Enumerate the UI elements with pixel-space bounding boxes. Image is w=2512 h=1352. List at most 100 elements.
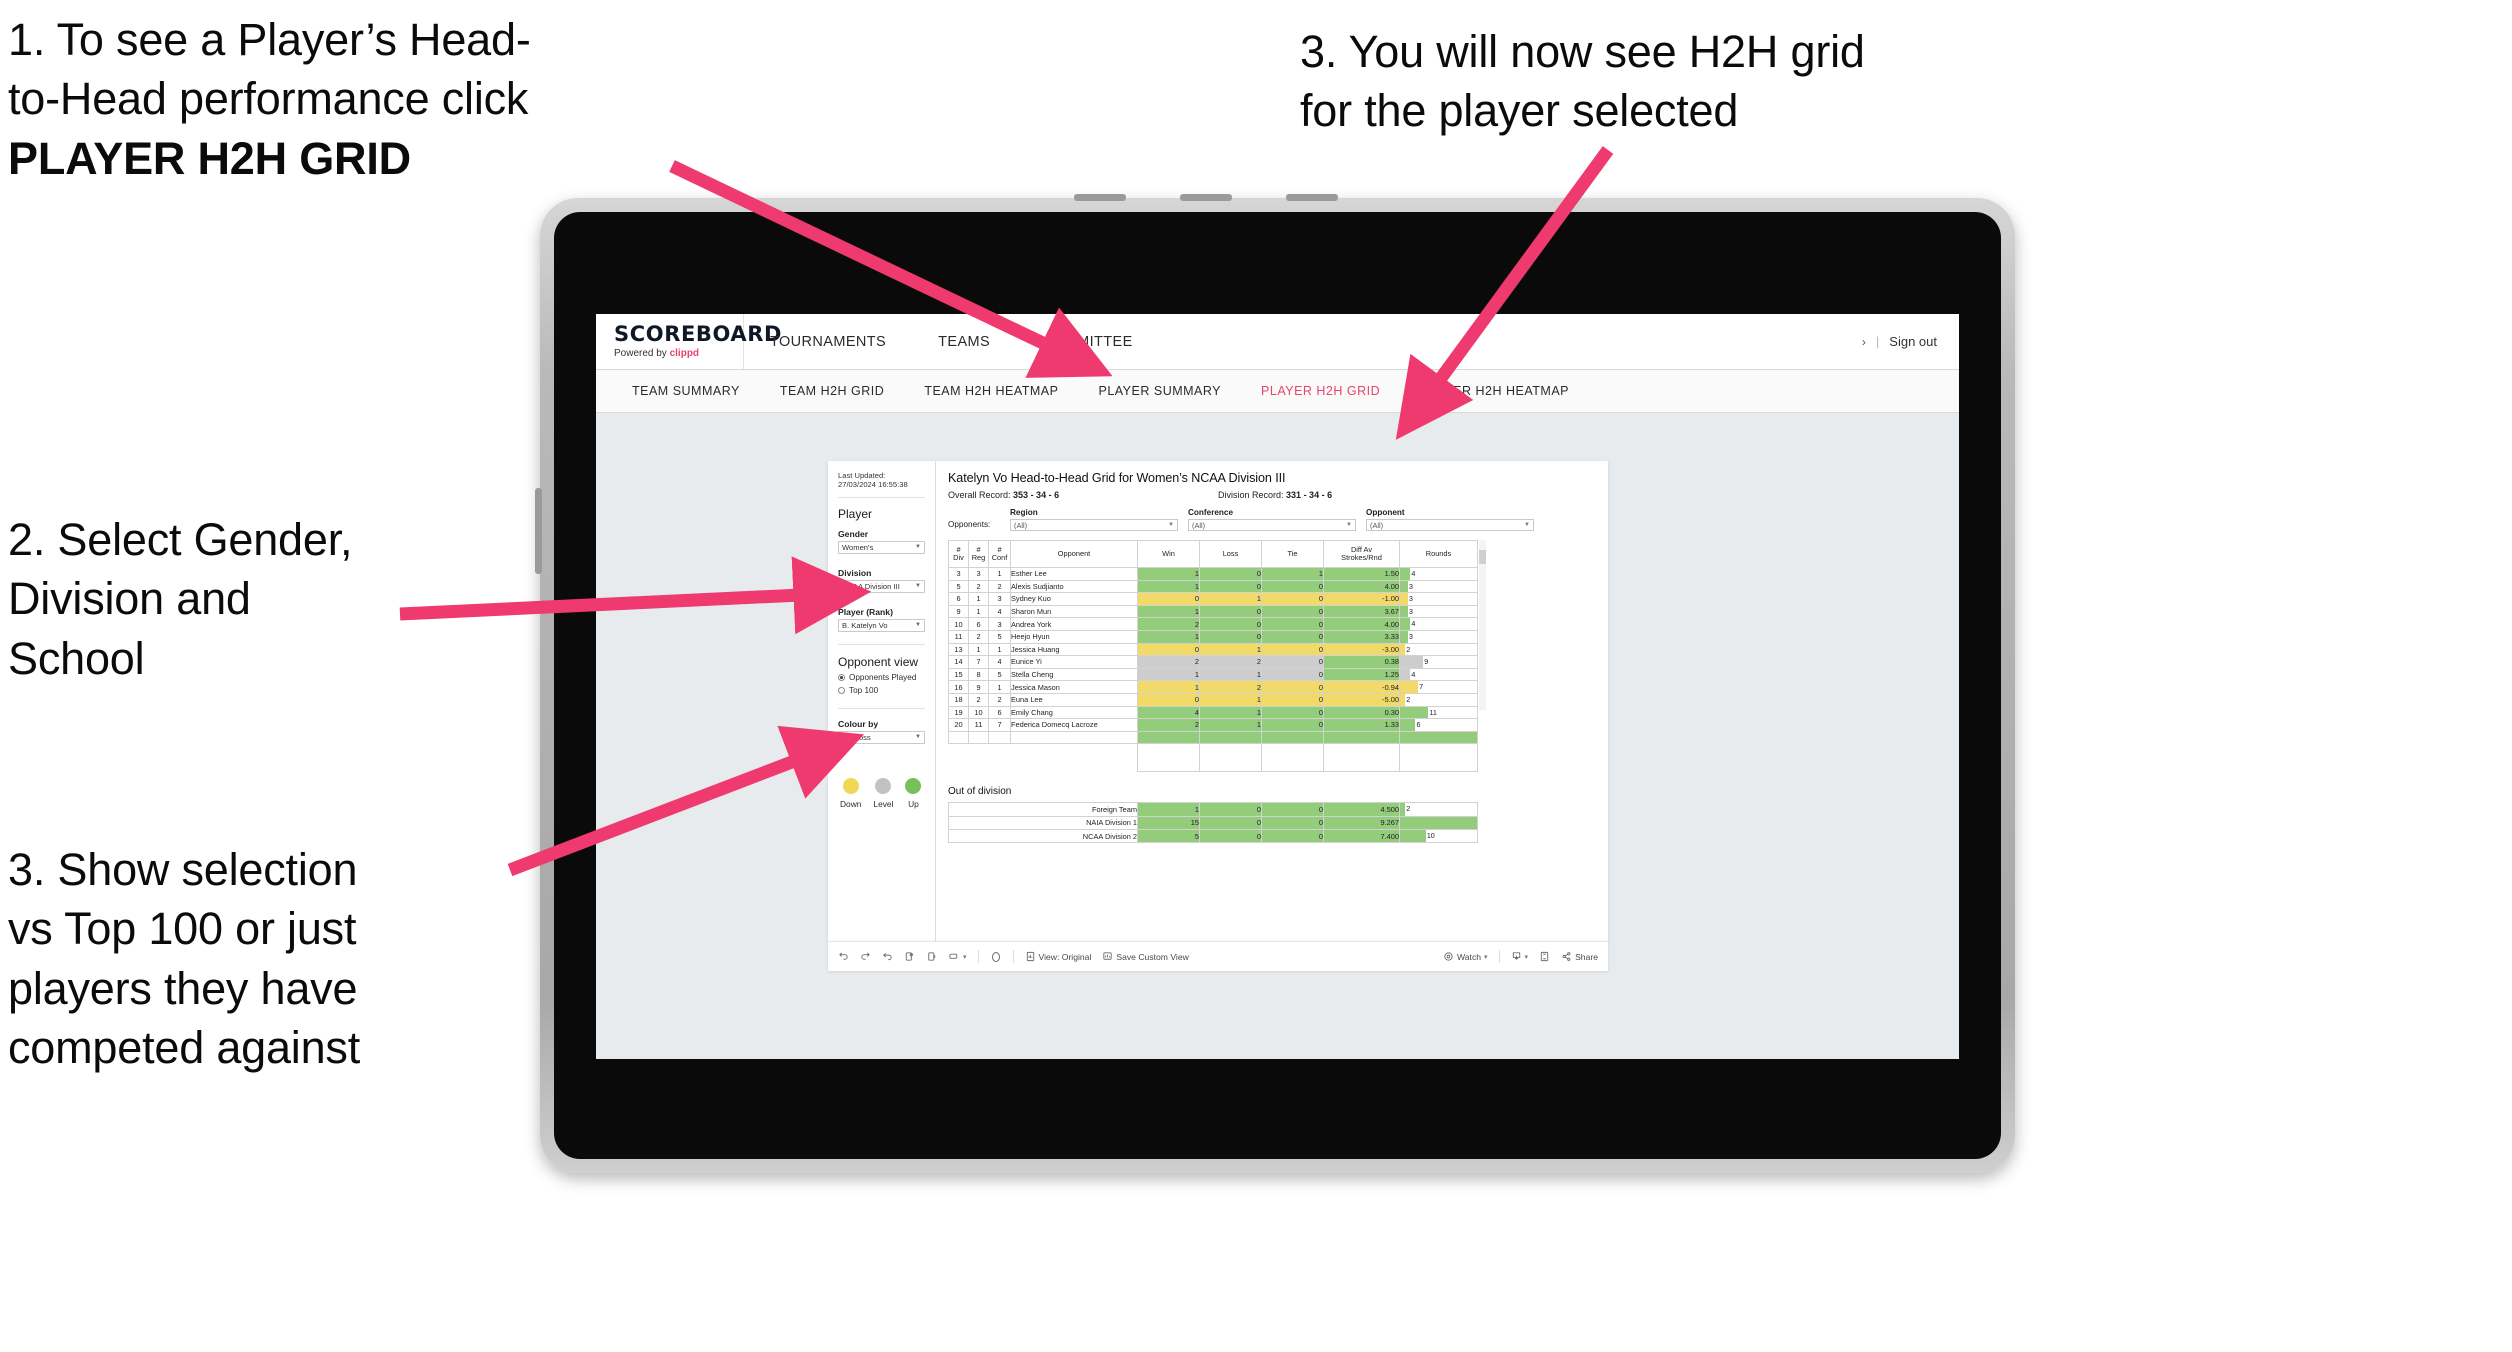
rounds-value: 3 xyxy=(1408,594,1413,604)
table-cell: 1 xyxy=(1137,667,1200,682)
share-button[interactable]: Share xyxy=(1561,951,1598,962)
col-win[interactable]: Win xyxy=(1137,540,1200,568)
refresh-icon[interactable] xyxy=(904,951,915,962)
sub-nav-item-team-h2h-grid[interactable]: TEAM H2H GRID xyxy=(760,384,904,398)
radio-opponents-played[interactable]: Opponents Played xyxy=(838,673,925,682)
gender-select[interactable]: Women's ▼ xyxy=(838,540,925,554)
table-cell: 0 xyxy=(1199,829,1262,844)
col-div[interactable]: # Div xyxy=(948,540,969,568)
brand-logo[interactable]: SCOREBOARD Powered by clippd xyxy=(596,314,781,369)
rounds-bar-cell: 2 xyxy=(1399,692,1478,707)
sub-nav-item-player-h2h-grid[interactable]: PLAYER H2H GRID xyxy=(1241,384,1400,398)
table-cell: 3 xyxy=(988,617,1011,631)
top-nav-item-committee[interactable]: COMMITTEE xyxy=(1016,314,1159,369)
table-row[interactable]: 6 1 3 Sydney Kuo 0 1 0 -1.00 3 xyxy=(948,592,1478,606)
sub-nav-item-team-summary[interactable]: TEAM SUMMARY xyxy=(612,384,760,398)
table-row[interactable]: NAIA Division 115009.26730 xyxy=(948,815,1478,831)
table-row[interactable]: 13 1 1 Jessica Huang 0 1 0 -3.00 2 xyxy=(948,642,1478,657)
table-cell: 3 xyxy=(988,592,1011,606)
grid-scrollbar[interactable] xyxy=(1479,540,1486,710)
col-diff-l2: Strokes/Rnd xyxy=(1341,553,1382,562)
table-cell: 13 xyxy=(948,642,969,657)
table-row[interactable]: 11 2 5 Heejo Hyun 1 0 0 3.33 3 xyxy=(948,629,1478,644)
table-cell: NAIA Division 1 xyxy=(948,815,1138,831)
chevron-down-icon: ▾ xyxy=(1484,953,1488,961)
col-opponent[interactable]: Opponent xyxy=(1010,540,1138,568)
grid-scrollbar-thumb[interactable] xyxy=(1479,550,1486,564)
rounds-bar xyxy=(1400,644,1406,655)
player-rank-select[interactable]: B. Katelyn Vo ▼ xyxy=(838,618,925,632)
records-row: Overall Record: 353 - 34 - 6 Division Re… xyxy=(948,490,1596,500)
sign-out-link[interactable]: Sign out xyxy=(1889,334,1937,349)
fullscreen-button[interactable] xyxy=(1539,951,1550,962)
table-cell: 3.67 xyxy=(1323,604,1400,619)
table-cell: Andrea York xyxy=(1010,617,1138,631)
sub-nav-item-player-h2h-heatmap[interactable]: PLAYER H2H HEATMAP xyxy=(1400,384,1589,398)
chevron-down-icon: ▼ xyxy=(1524,522,1530,528)
annotation-3-right-line-2: for the player selected xyxy=(1300,85,1739,137)
chevron-right-icon[interactable]: › xyxy=(1862,335,1866,349)
table-cell: 1 xyxy=(988,567,1011,581)
table-cell: 15 xyxy=(948,667,969,682)
pause-icon[interactable] xyxy=(926,951,937,962)
col-reg[interactable]: # Reg xyxy=(968,540,989,568)
view-original-button[interactable]: View: Original xyxy=(1025,951,1091,962)
table-cell xyxy=(1399,743,1478,773)
col-loss[interactable]: Loss xyxy=(1199,540,1262,568)
col-tie[interactable]: Tie xyxy=(1261,540,1324,568)
col-rounds[interactable]: Rounds xyxy=(1399,540,1478,568)
col-conf[interactable]: # Conf xyxy=(988,540,1011,568)
colour-by-select[interactable]: Win/loss ▼ xyxy=(838,730,925,744)
download-button[interactable]: ▾ xyxy=(1511,951,1528,962)
radio-top-100[interactable]: Top 100 xyxy=(838,686,925,695)
annotation-2-line-2: Division and xyxy=(8,573,251,625)
rounds-value: 2 xyxy=(1406,694,1411,704)
sub-nav-item-player-summary[interactable]: PLAYER SUMMARY xyxy=(1078,384,1241,398)
annotation-3-right-line-1: 3. You will now see H2H grid xyxy=(1300,26,1865,77)
table-row[interactable]: 9 1 4 Sharon Mun 1 0 0 3.67 3 xyxy=(948,604,1478,619)
opponent-select[interactable]: (All) ▼ xyxy=(1366,519,1534,531)
table-row[interactable]: NCAA Division 2 5 0 0 7.400 10 xyxy=(948,829,1478,844)
device-layout-dropdown[interactable]: ▾ xyxy=(948,951,967,962)
table-row[interactable]: 20 11 7 Federica Domecq Lacroze 2 1 0 1.33 6 xyxy=(948,718,1478,732)
top-nav-item-tournaments[interactable]: TOURNAMENTS xyxy=(744,314,912,369)
revert-icon[interactable] xyxy=(882,951,893,962)
table-cell: 0 xyxy=(1261,680,1324,694)
table-cell: 0 xyxy=(1199,815,1262,831)
table-cell: 0 xyxy=(1261,705,1324,720)
region-select[interactable]: (All) ▼ xyxy=(1010,519,1178,531)
watch-button[interactable]: Watch ▾ xyxy=(1443,951,1488,962)
save-custom-view-button[interactable]: Save Custom View xyxy=(1102,951,1189,962)
table-cell: 2 xyxy=(968,629,989,644)
undo-icon[interactable] xyxy=(838,951,849,962)
table-row[interactable]: 5 2 2 Alexis Sudjianto 1 0 0 4.00 3 xyxy=(948,579,1478,594)
pause-auto-update-icon[interactable] xyxy=(990,951,1002,963)
sub-nav-item-team-h2h-heatmap[interactable]: TEAM H2H HEATMAP xyxy=(904,384,1078,398)
annotation-3-left-line-3: players they have xyxy=(8,962,358,1014)
redo-icon[interactable] xyxy=(860,951,871,962)
table-row[interactable]: 18 2 2 Euna Lee 0 1 0 -5.00 2 xyxy=(948,692,1478,707)
table-row[interactable]: 3 3 1 Esther Lee 1 0 1 1.50 4 xyxy=(948,567,1478,581)
table-cell: 6 xyxy=(968,617,989,631)
table-row[interactable]: 15 8 5 Stella Cheng 1 1 0 1.25 4 xyxy=(948,667,1478,682)
rounds-bar-cell: 4 xyxy=(1399,617,1478,631)
table-cell: Federica Domecq Lacroze xyxy=(1010,718,1138,732)
table-cell: 9 xyxy=(968,680,989,694)
table-cell: 2 xyxy=(968,579,989,594)
table-row[interactable]: 16 9 1 Jessica Mason 1 2 0 -0.94 7 xyxy=(948,680,1478,694)
legend-label-level: Level xyxy=(873,798,894,809)
table-row[interactable]: 14 7 4 Eunice Yi 2 2 0 0.38 9 xyxy=(948,655,1478,669)
header-right: › | Sign out xyxy=(1862,314,1959,369)
table-cell: 3 xyxy=(968,567,989,581)
rounds-value: 6 xyxy=(1416,720,1421,730)
table-cell: 18 xyxy=(948,692,969,707)
division-select[interactable]: NCAA Division III ▼ xyxy=(838,579,925,593)
table-row[interactable]: 19 10 6 Emily Chang 4 1 0 0.30 11 xyxy=(948,705,1478,720)
table-row[interactable]: 10 6 3 Andrea York 2 0 0 4.00 4 xyxy=(948,617,1478,631)
table-cell: 0 xyxy=(1261,692,1324,707)
conference-select[interactable]: (All) ▼ xyxy=(1188,519,1356,531)
table-cell: 4 xyxy=(988,655,1011,669)
top-nav-item-teams[interactable]: TEAMS xyxy=(912,314,1016,369)
col-diff[interactable]: Diff Av Strokes/Rnd xyxy=(1323,540,1400,568)
table-row[interactable]: Foreign Team 1 0 0 4.500 2 xyxy=(948,802,1478,817)
